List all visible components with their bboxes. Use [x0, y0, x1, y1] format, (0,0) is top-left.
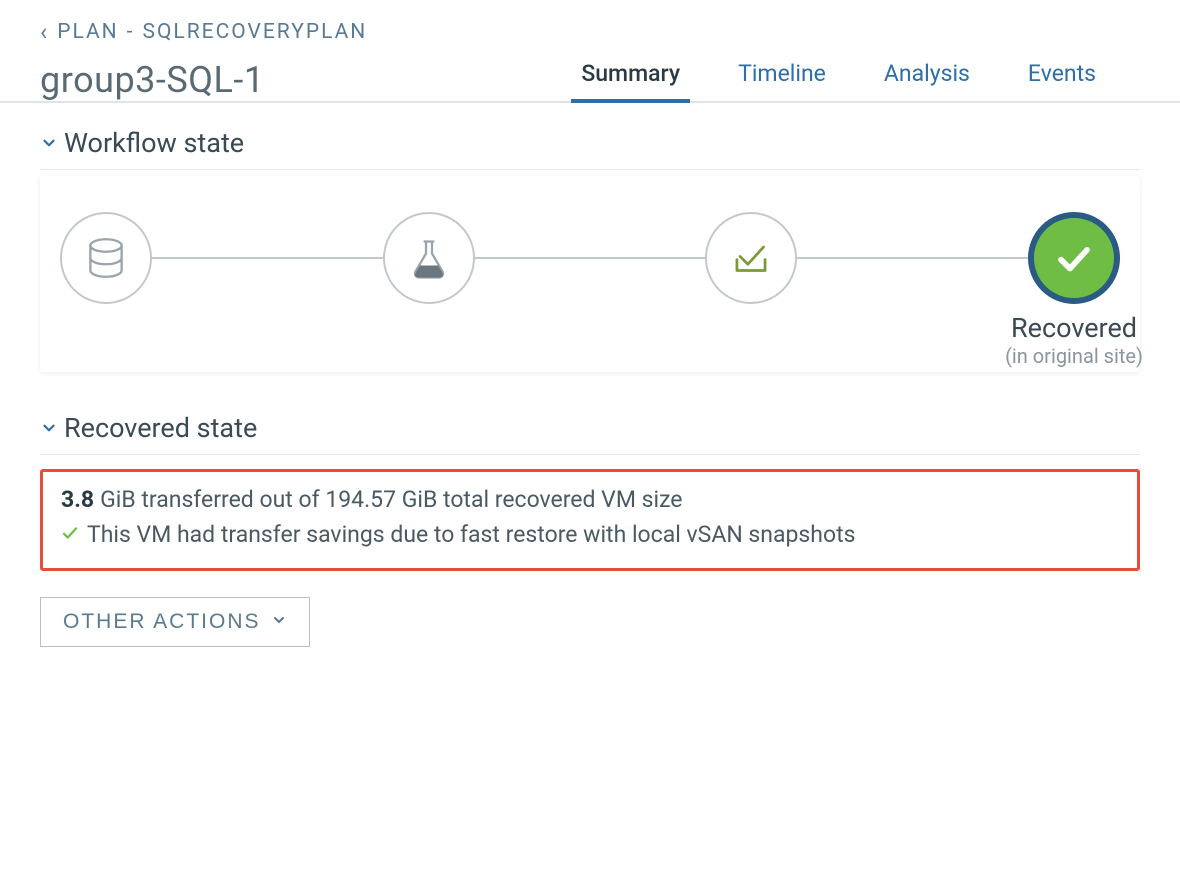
checkbox-icon	[705, 212, 797, 304]
recovered-transferred-value: 3.8	[61, 486, 94, 513]
workflow-steps: Recovered (in original site)	[40, 176, 1140, 332]
workflow-panel: Workflow state	[40, 127, 1140, 372]
recovered-transferred-rest: GiB transferred out of 194.57 GiB total …	[100, 486, 682, 513]
chevron-down-icon	[40, 134, 58, 152]
other-actions-button[interactable]: OTHER ACTIONS	[40, 597, 310, 647]
recovered-panel: Recovered state 3.8 GiB transferred out …	[40, 412, 1140, 647]
workflow-card: Recovered (in original site)	[40, 176, 1140, 372]
chevron-down-icon	[271, 610, 287, 634]
breadcrumb-separator: -	[127, 20, 135, 44]
database-icon	[60, 212, 152, 304]
workflow-step-label-wrap: Recovered (in original site)	[964, 312, 1180, 368]
workflow-step-1	[60, 212, 152, 304]
tab-events[interactable]: Events	[1024, 52, 1100, 101]
recovered-savings-text: This VM had transfer savings due to fast…	[87, 521, 855, 548]
workflow-final-label: Recovered	[964, 312, 1180, 344]
workflow-step-4: Recovered (in original site)	[1028, 212, 1120, 304]
flask-icon	[383, 212, 475, 304]
workflow-final-sublabel: (in original site)	[964, 344, 1180, 368]
recovered-heading: Recovered state	[64, 412, 257, 444]
tab-timeline[interactable]: Timeline	[734, 52, 830, 101]
content-area: Workflow state	[0, 103, 1180, 727]
page-title: group3-SQL-1	[40, 59, 265, 101]
tab-bar: Summary Timeline Analysis Events	[577, 52, 1100, 101]
workflow-heading: Workflow state	[64, 127, 244, 159]
workflow-connector	[797, 257, 1028, 259]
recovered-savings-line: This VM had transfer savings due to fast…	[61, 521, 1119, 548]
workflow-connector	[152, 257, 383, 259]
workflow-step-2	[383, 212, 475, 304]
tab-summary[interactable]: Summary	[577, 52, 684, 101]
recovered-highlight-box: 3.8 GiB transferred out of 194.57 GiB to…	[40, 469, 1140, 571]
recovered-transfer-line: 3.8 GiB transferred out of 194.57 GiB to…	[61, 486, 1119, 513]
chevron-down-icon	[40, 419, 58, 437]
check-icon	[61, 521, 79, 548]
workflow-step-3	[705, 212, 797, 304]
tab-analysis[interactable]: Analysis	[880, 52, 974, 101]
page-header: ‹ PLAN - SQLRECOVERYPLAN group3-SQL-1 Su…	[0, 0, 1180, 103]
recovered-panel-header[interactable]: Recovered state	[40, 412, 1140, 455]
other-actions-label: OTHER ACTIONS	[63, 610, 261, 634]
breadcrumb-prefix: PLAN	[57, 20, 118, 44]
breadcrumb-name: SQLRECOVERYPLAN	[142, 20, 367, 44]
back-chevron-icon[interactable]: ‹	[40, 18, 49, 46]
breadcrumb[interactable]: ‹ PLAN - SQLRECOVERYPLAN	[40, 18, 1140, 46]
workflow-panel-header[interactable]: Workflow state	[40, 127, 1140, 170]
workflow-connector	[475, 257, 706, 259]
checkmark-filled-icon	[1028, 212, 1120, 304]
